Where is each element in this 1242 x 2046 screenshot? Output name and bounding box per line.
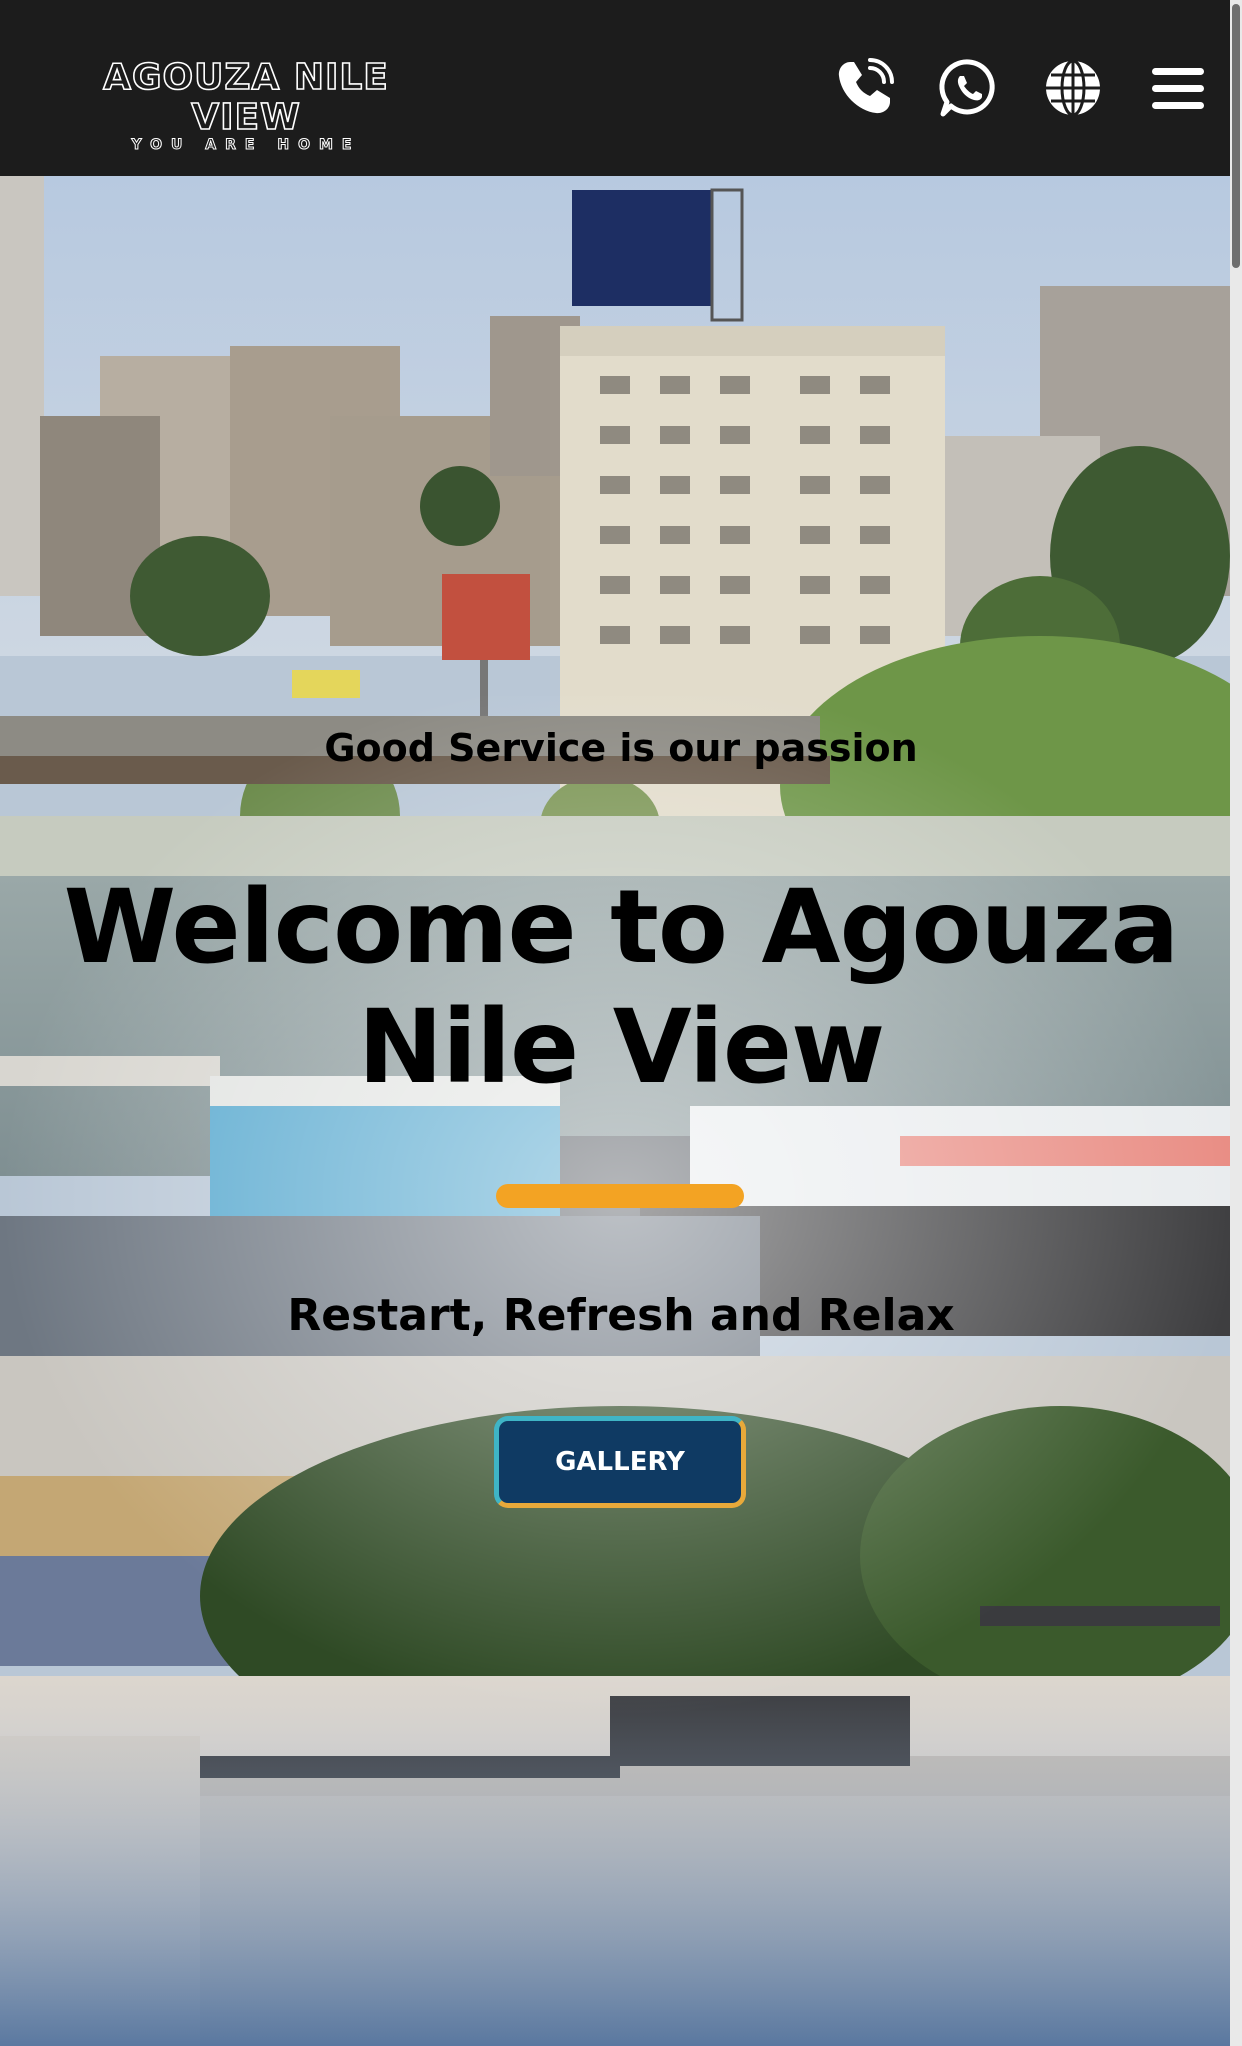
gallery-button[interactable]: GALLERY	[494, 1416, 746, 1508]
phone-icon[interactable]	[832, 56, 896, 120]
site-logo[interactable]: AGOUZA NILE VIEW YOU ARE HOME	[68, 57, 424, 154]
hero-tagline: Good Service is our passion	[324, 726, 918, 770]
globe-icon[interactable]	[1041, 56, 1105, 120]
page-scrollbar[interactable]	[1230, 0, 1242, 2046]
scrollbar-thumb[interactable]	[1232, 4, 1240, 268]
hero-subline: Restart, Refresh and Relax	[287, 1290, 955, 1341]
hero-headline: Welcome to Agouza Nile View	[63, 868, 1180, 1107]
whatsapp-icon[interactable]	[937, 56, 1001, 120]
hero-section	[0, 176, 1242, 2046]
logo-subtitle: YOU ARE HOME	[131, 137, 361, 154]
logo-title: AGOUZA NILE VIEW	[102, 57, 389, 139]
accent-divider	[496, 1184, 744, 1208]
page: AGOUZA NILE VIEW YOU ARE HOME Good Servi…	[0, 0, 1242, 2046]
site-header: AGOUZA NILE VIEW YOU ARE HOME	[0, 0, 1230, 176]
menu-icon[interactable]	[1146, 56, 1210, 120]
